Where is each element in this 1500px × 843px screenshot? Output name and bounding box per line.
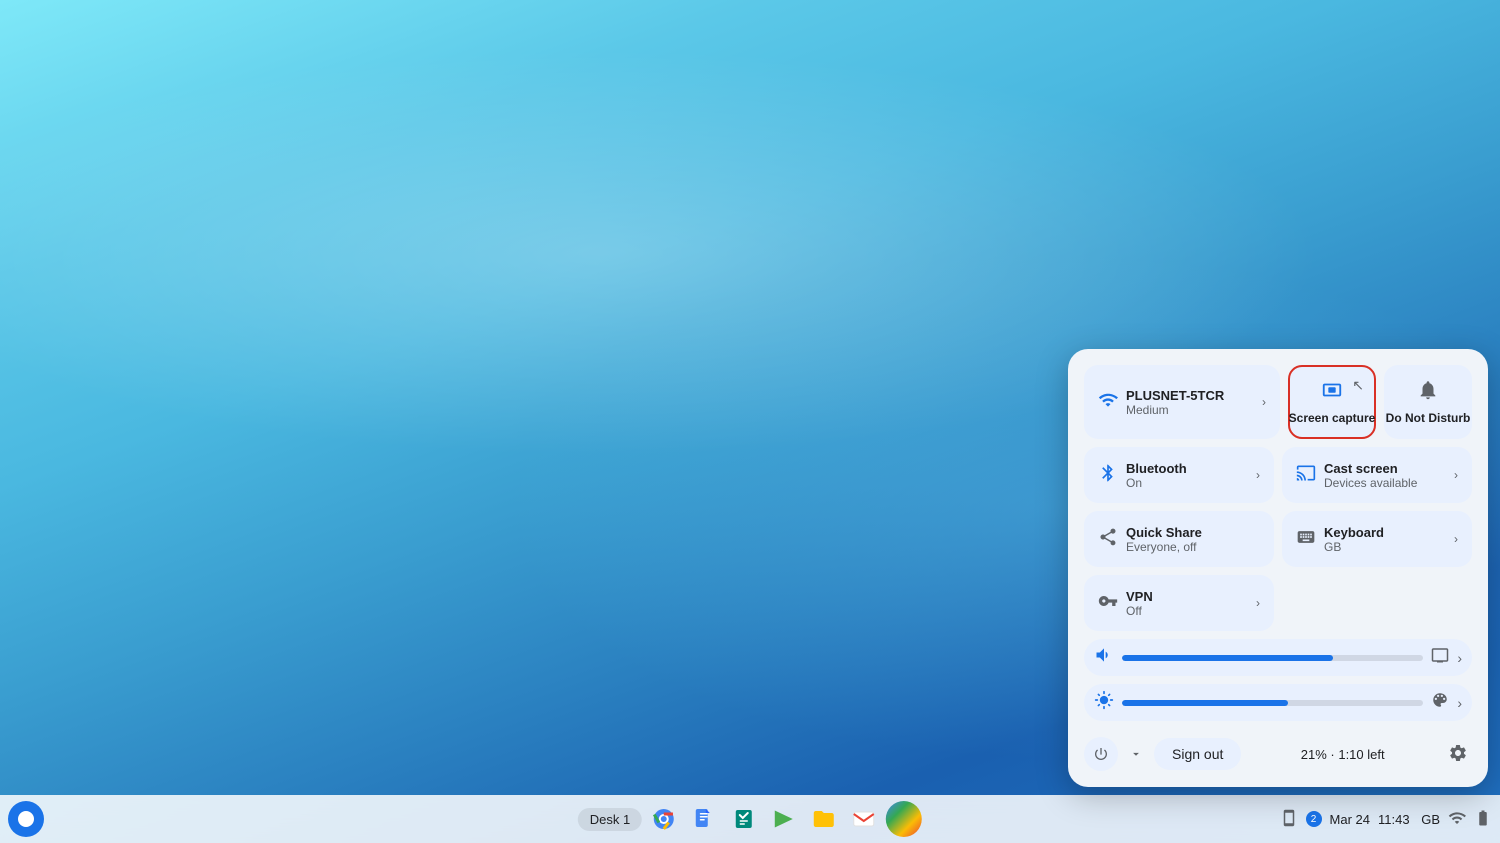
cast-screen-tile[interactable]: Cast screen Devices available › — [1282, 447, 1472, 503]
brightness-slider-row: › — [1084, 684, 1472, 721]
wifi-tile[interactable]: PLUSNET-5TCR Medium › — [1084, 365, 1280, 439]
taskbar-app-docs[interactable] — [686, 801, 722, 837]
color-icon — [1431, 691, 1449, 714]
cast-icon — [1296, 463, 1316, 488]
bluetooth-icon — [1098, 463, 1118, 488]
wifi-text: PLUSNET-5TCR Medium — [1126, 388, 1254, 417]
taskbar-app-files[interactable] — [806, 801, 842, 837]
dnd-label: Do Not Disturb — [1386, 411, 1471, 425]
taskbar-app-tasks[interactable] — [726, 801, 762, 837]
qs-row-2: Bluetooth On › Cast screen Devices avail… — [1084, 447, 1472, 503]
cursor-indicator: ↖ — [1352, 377, 1364, 394]
cast-screen-status: Devices available — [1324, 476, 1446, 490]
bluetooth-arrow: › — [1256, 468, 1260, 482]
display-icon — [1431, 646, 1449, 669]
vpn-name: VPN — [1126, 589, 1248, 604]
cast-arrow: › — [1454, 468, 1458, 482]
launcher-button[interactable] — [8, 801, 44, 837]
battery-status: 21% · 1:10 left — [1301, 747, 1385, 762]
brightness-expand-arrow[interactable]: › — [1457, 695, 1462, 711]
vpn-status: Off — [1126, 604, 1248, 618]
desk-label: Desk 1 — [578, 808, 642, 831]
volume-icon — [1094, 645, 1114, 670]
brightness-fill — [1122, 700, 1288, 706]
power-button[interactable] — [1084, 737, 1118, 771]
notification-badge: 2 — [1306, 811, 1322, 827]
vpn-icon — [1098, 591, 1118, 616]
dnd-icon — [1417, 379, 1439, 407]
wifi-strength: Medium — [1126, 403, 1254, 417]
quick-share-text: Quick Share Everyone, off — [1126, 525, 1260, 554]
wifi-arrow: › — [1262, 395, 1266, 409]
power-menu-button[interactable] — [1124, 742, 1148, 766]
volume-slider-row: › — [1084, 639, 1472, 676]
qs-row-3: Quick Share Everyone, off Keyboard GB › — [1084, 511, 1472, 567]
taskbar-wifi-icon — [1448, 809, 1466, 830]
taskbar-left — [8, 801, 44, 837]
keyboard-arrow: › — [1454, 532, 1458, 546]
cast-screen-name: Cast screen — [1324, 461, 1446, 476]
volume-track[interactable] — [1122, 655, 1423, 661]
quick-settings-panel: PLUSNET-5TCR Medium › Screen capture ↖ — [1068, 349, 1488, 787]
volume-expand-arrow[interactable]: › — [1457, 650, 1462, 666]
settings-button[interactable] — [1444, 739, 1472, 770]
keyboard-region: GB — [1324, 540, 1446, 554]
quick-share-name: Quick Share — [1126, 525, 1260, 540]
sign-out-button[interactable]: Sign out — [1154, 738, 1241, 770]
bluetooth-tile[interactable]: Bluetooth On › — [1084, 447, 1274, 503]
qs-row-top: PLUSNET-5TCR Medium › Screen capture ↖ — [1084, 365, 1472, 439]
taskbar: Desk 1 — [0, 795, 1500, 843]
taskbar-app-chrome[interactable] — [646, 801, 682, 837]
taskbar-right: 2 Mar 24 11:43 GB — [1280, 809, 1492, 830]
wifi-icon — [1098, 390, 1118, 415]
vpn-arrow: › — [1256, 596, 1260, 610]
desktop: PLUSNET-5TCR Medium › Screen capture ↖ — [0, 0, 1500, 843]
quick-share-status: Everyone, off — [1126, 540, 1260, 554]
screen-capture-label: Screen capture — [1289, 411, 1376, 425]
taskbar-app-photos[interactable] — [886, 801, 922, 837]
volume-fill — [1122, 655, 1333, 661]
brightness-icon — [1094, 690, 1114, 715]
wifi-name: PLUSNET-5TCR — [1126, 388, 1254, 403]
keyboard-tile[interactable]: Keyboard GB › — [1282, 511, 1472, 567]
bluetooth-text: Bluetooth On — [1126, 461, 1248, 490]
bluetooth-status: On — [1126, 476, 1248, 490]
do-not-disturb-tile[interactable]: Do Not Disturb — [1384, 365, 1472, 439]
vpn-tile[interactable]: VPN Off › — [1084, 575, 1274, 631]
screen-capture-icon — [1321, 379, 1343, 407]
taskbar-app-gmail[interactable] — [846, 801, 882, 837]
brightness-track[interactable] — [1122, 700, 1423, 706]
taskbar-app-play[interactable] — [766, 801, 802, 837]
bluetooth-name: Bluetooth — [1126, 461, 1248, 476]
screen-capture-tile[interactable]: Screen capture ↖ — [1288, 365, 1376, 439]
quick-share-tile[interactable]: Quick Share Everyone, off — [1084, 511, 1274, 567]
phone-icon — [1280, 809, 1298, 830]
taskbar-battery-icon — [1474, 809, 1492, 830]
quick-share-icon — [1098, 527, 1118, 552]
taskbar-center: Desk 1 — [578, 801, 922, 837]
taskbar-time: 11:43 GB — [1378, 812, 1440, 827]
keyboard-icon — [1296, 527, 1316, 552]
qs-bottom-bar: Sign out 21% · 1:10 left — [1084, 729, 1472, 771]
taskbar-date: Mar 24 — [1330, 812, 1370, 827]
vpn-text: VPN Off — [1126, 589, 1248, 618]
qs-row-4: VPN Off › — [1084, 575, 1472, 631]
keyboard-text: Keyboard GB — [1324, 525, 1446, 554]
cast-screen-text: Cast screen Devices available — [1324, 461, 1446, 490]
keyboard-name: Keyboard — [1324, 525, 1446, 540]
power-row: Sign out — [1084, 737, 1241, 771]
